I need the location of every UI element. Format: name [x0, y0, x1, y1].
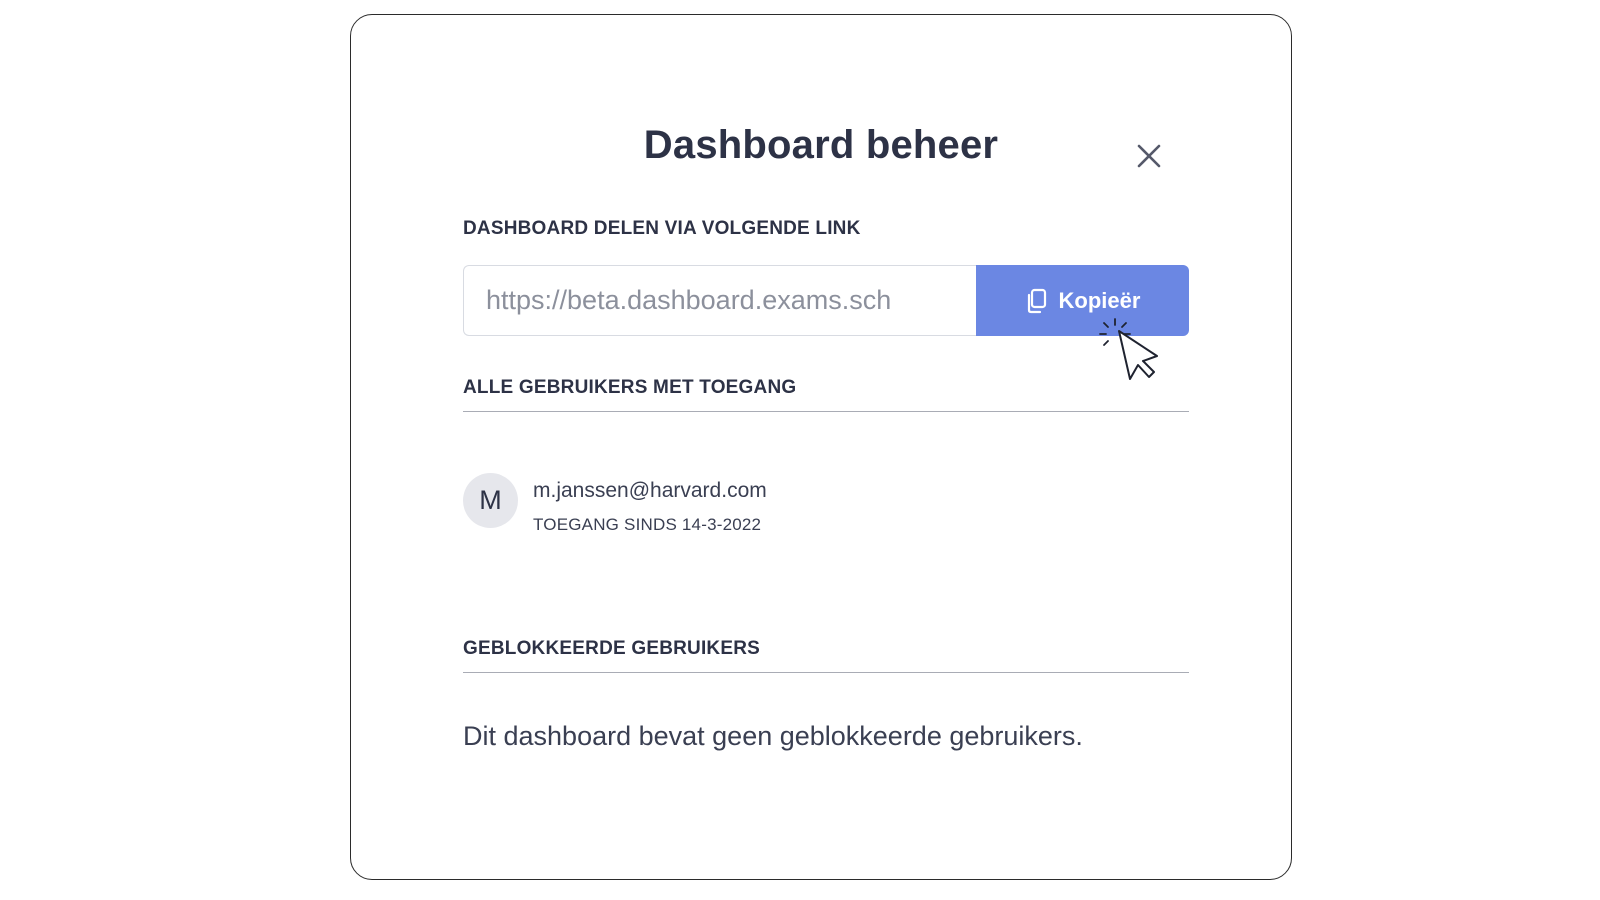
- copy-icon: [1027, 288, 1046, 313]
- copy-button-label: Kopieër: [1058, 287, 1141, 313]
- avatar: M: [463, 473, 518, 528]
- share-link-row: Kopieër: [463, 265, 1189, 336]
- access-users-label: ALLE GEBRUIKERS MET TOEGANG: [463, 377, 797, 398]
- blocked-users-label: GEBLOKKEERDE GEBRUIKERS: [463, 638, 761, 659]
- share-link-input[interactable]: [463, 265, 976, 336]
- user-access-since: TOEGANG SINDS 14-3-2022: [533, 515, 762, 534]
- user-email: m.janssen@harvard.com: [533, 479, 767, 502]
- dashboard-management-dialog: Dashboard beheer DASHBOARD DELEN VIA VOL…: [350, 14, 1292, 880]
- close-button[interactable]: [1136, 143, 1162, 169]
- share-link-label: DASHBOARD DELEN VIA VOLGENDE LINK: [463, 218, 861, 239]
- copy-button[interactable]: Kopieër: [976, 265, 1189, 336]
- blocked-divider: [463, 672, 1189, 673]
- blocked-empty-message: Dit dashboard bevat geen geblokkeerde ge…: [463, 721, 1083, 751]
- close-icon: [1137, 144, 1161, 168]
- access-divider: [463, 411, 1189, 412]
